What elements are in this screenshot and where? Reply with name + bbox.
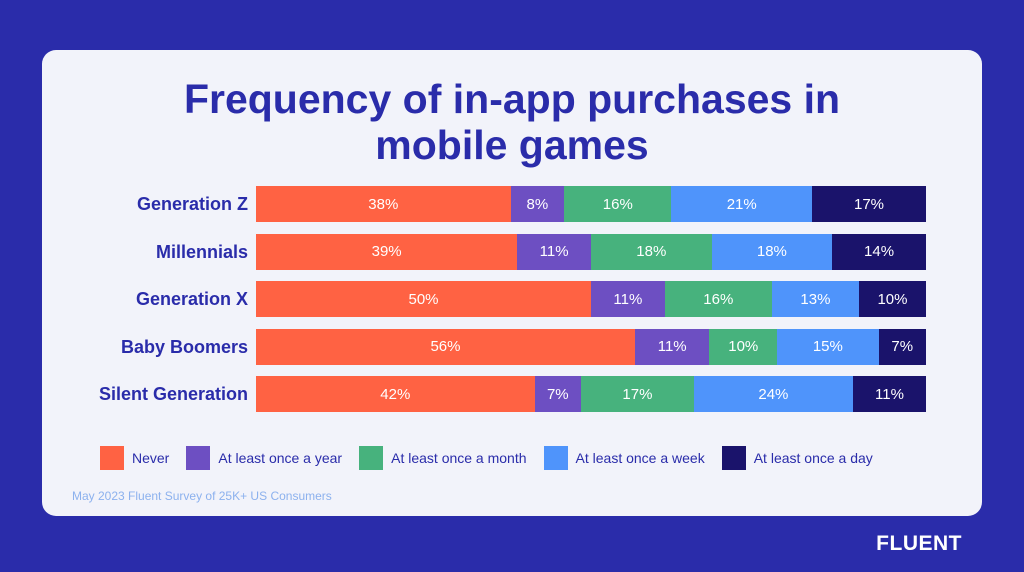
legend-label: At least once a year bbox=[218, 450, 343, 466]
bar-segment: 17% bbox=[812, 186, 926, 222]
data-label: 13% bbox=[800, 290, 831, 308]
data-label: 7% bbox=[891, 338, 914, 355]
bar-segment: 11% bbox=[853, 376, 926, 412]
data-label: 11% bbox=[539, 243, 569, 260]
category-label: Millennials bbox=[155, 241, 248, 262]
category-label: Generation X bbox=[135, 289, 248, 309]
legend-item: At least once a day bbox=[721, 446, 873, 470]
bar-segment: 11% bbox=[517, 233, 591, 270]
bar-segment: 38% bbox=[256, 186, 511, 222]
data-label: 50% bbox=[408, 290, 439, 308]
data-label: 11% bbox=[613, 290, 643, 308]
stacked-bar: 50% 11% 16% 13% 10% bbox=[256, 281, 926, 317]
data-label: 11% bbox=[657, 338, 687, 355]
bar-segment: 21% bbox=[671, 186, 813, 222]
data-label: 7% bbox=[546, 385, 569, 403]
data-label: 21% bbox=[726, 195, 757, 213]
data-label: 42% bbox=[380, 385, 411, 403]
stacked-bar: 56% 11% 10% 15% 7% bbox=[256, 328, 926, 365]
bar-segment: 16% bbox=[664, 281, 772, 317]
fluent-logo: FLUENT bbox=[876, 532, 962, 555]
legend-label: At least once a day bbox=[753, 450, 873, 466]
bar-segment: 7% bbox=[878, 328, 926, 365]
data-label: 11% bbox=[875, 385, 904, 403]
stacked-bar: 42% 7% 17% 24% 11% bbox=[256, 376, 926, 412]
legend-label: At least once a month bbox=[391, 450, 527, 466]
legend-label: At least once a week bbox=[575, 450, 705, 466]
data-label: 18% bbox=[756, 243, 787, 260]
legend-swatch bbox=[186, 446, 211, 470]
legend-swatch bbox=[721, 446, 746, 470]
bar-segment: 10% bbox=[858, 281, 926, 317]
source-note: May 2023 Fluent Survey of 25K+ US Consum… bbox=[72, 489, 332, 503]
data-label: 24% bbox=[758, 385, 789, 403]
data-label: 10% bbox=[877, 290, 908, 308]
legend-item: At least once a year bbox=[186, 446, 342, 470]
bar-segment: 11% bbox=[591, 281, 665, 317]
bar-segment: 17% bbox=[581, 376, 694, 412]
legend-item: At least once a month bbox=[359, 446, 527, 470]
bar-segment: 39% bbox=[256, 233, 518, 270]
data-label: 10% bbox=[728, 338, 759, 355]
bar-segment: 15% bbox=[777, 328, 879, 365]
data-label: 38% bbox=[368, 195, 399, 213]
bar-segment: 11% bbox=[634, 328, 710, 365]
chart-card: Frequency of in-app purchases in mobile … bbox=[42, 50, 982, 516]
bar-segment: 50% bbox=[256, 281, 591, 317]
bar-segment: 18% bbox=[711, 233, 833, 270]
bar-segment: 10% bbox=[709, 328, 778, 365]
data-label: 16% bbox=[703, 290, 734, 308]
bar-segment: 16% bbox=[564, 186, 672, 222]
category-label: Silent Generation bbox=[98, 384, 248, 404]
data-label: 14% bbox=[864, 243, 895, 260]
data-label: 39% bbox=[371, 243, 402, 260]
data-label: 17% bbox=[853, 195, 885, 213]
title-line-1: Frequency of in-app purchases in bbox=[183, 76, 841, 122]
legend-swatch bbox=[543, 446, 568, 470]
legend-swatch bbox=[359, 446, 384, 470]
title-line-2: mobile games bbox=[375, 122, 649, 168]
category-label: Generation Z bbox=[136, 194, 248, 214]
bar-segment: 14% bbox=[832, 233, 926, 270]
bar-segment: 42% bbox=[256, 376, 535, 412]
data-label: 15% bbox=[812, 338, 843, 355]
data-label: 16% bbox=[602, 195, 633, 213]
bar-segment: 24% bbox=[693, 376, 853, 412]
bar-segment: 8% bbox=[510, 186, 565, 222]
chart-title: Frequency of in-app purchases in mobile … bbox=[42, 76, 982, 168]
legend: Never At least once a year At least once a… bbox=[100, 446, 890, 470]
bar-segment: 18% bbox=[590, 233, 712, 270]
legend-swatch bbox=[100, 446, 124, 470]
stacked-bar: 39% 11% 18% 18% 14% bbox=[256, 233, 926, 270]
category-label: Baby Boomers bbox=[120, 336, 248, 357]
bar-segment: 13% bbox=[771, 281, 859, 317]
bar-segment: 56% bbox=[256, 328, 635, 365]
legend-item: Never bbox=[100, 446, 169, 470]
stacked-bar: 38% 8% 16% 21% 17% bbox=[256, 186, 926, 222]
data-label: 8% bbox=[526, 195, 549, 213]
data-label: 17% bbox=[622, 385, 653, 403]
legend-label: Never bbox=[132, 450, 170, 466]
bar-segment: 7% bbox=[534, 376, 582, 412]
legend-item: At least once a week bbox=[543, 446, 705, 470]
data-label: 18% bbox=[636, 243, 667, 260]
data-label: 56% bbox=[430, 338, 461, 355]
